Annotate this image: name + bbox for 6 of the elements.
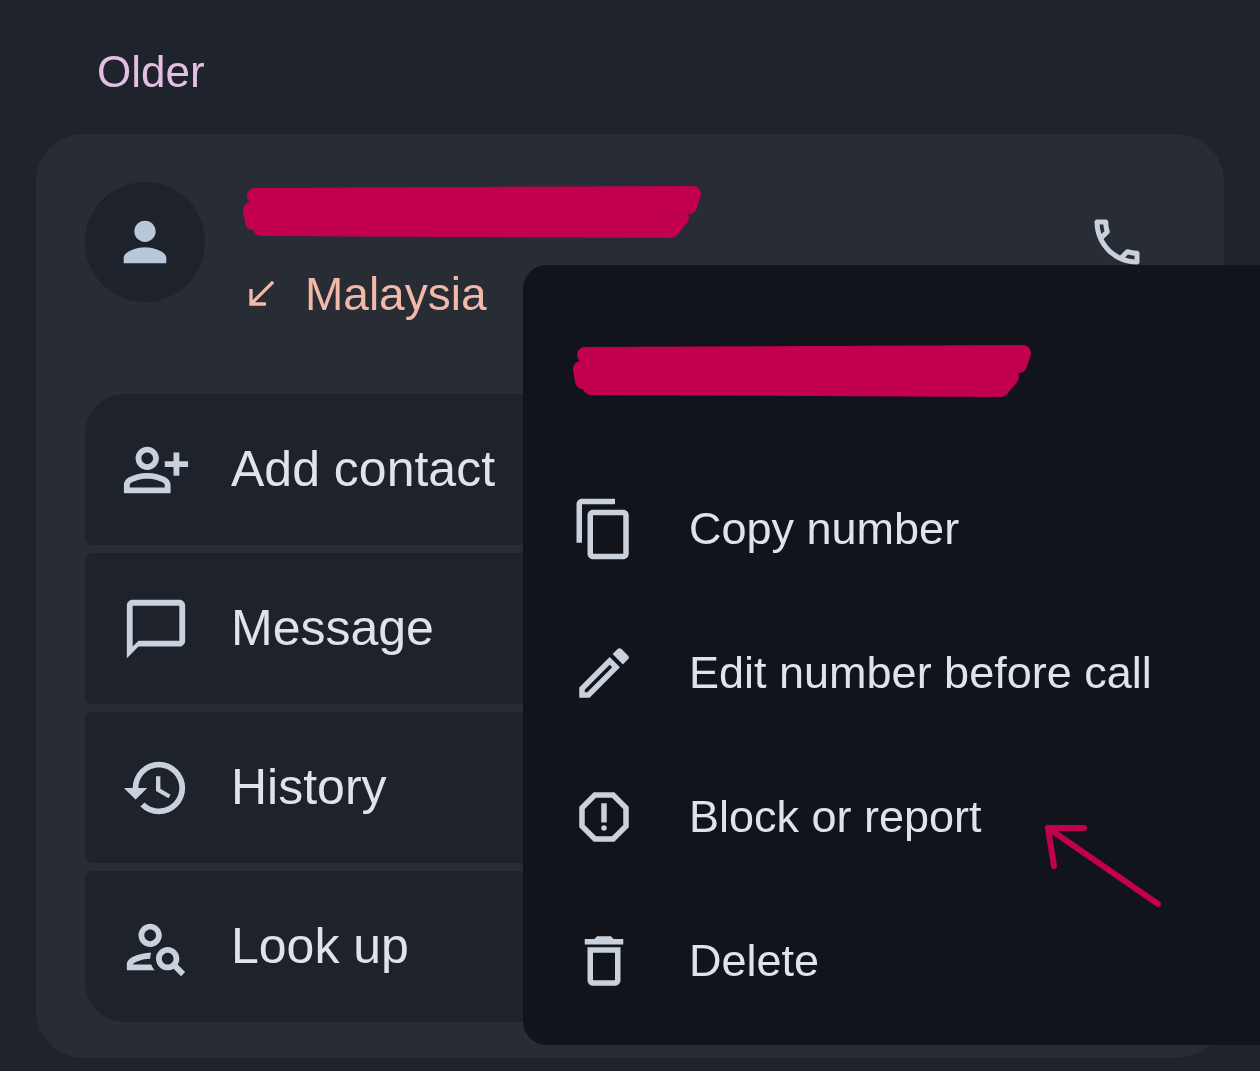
- menu-item[interactable]: Edit number before call: [571, 601, 1260, 745]
- section-header: Older: [97, 47, 205, 96]
- menu-item[interactable]: Block or report: [571, 745, 1260, 889]
- menu-item[interactable]: Copy number: [571, 457, 1260, 601]
- country-label: Malaysia: [305, 267, 487, 322]
- menu-item[interactable]: Delete: [571, 889, 1260, 1033]
